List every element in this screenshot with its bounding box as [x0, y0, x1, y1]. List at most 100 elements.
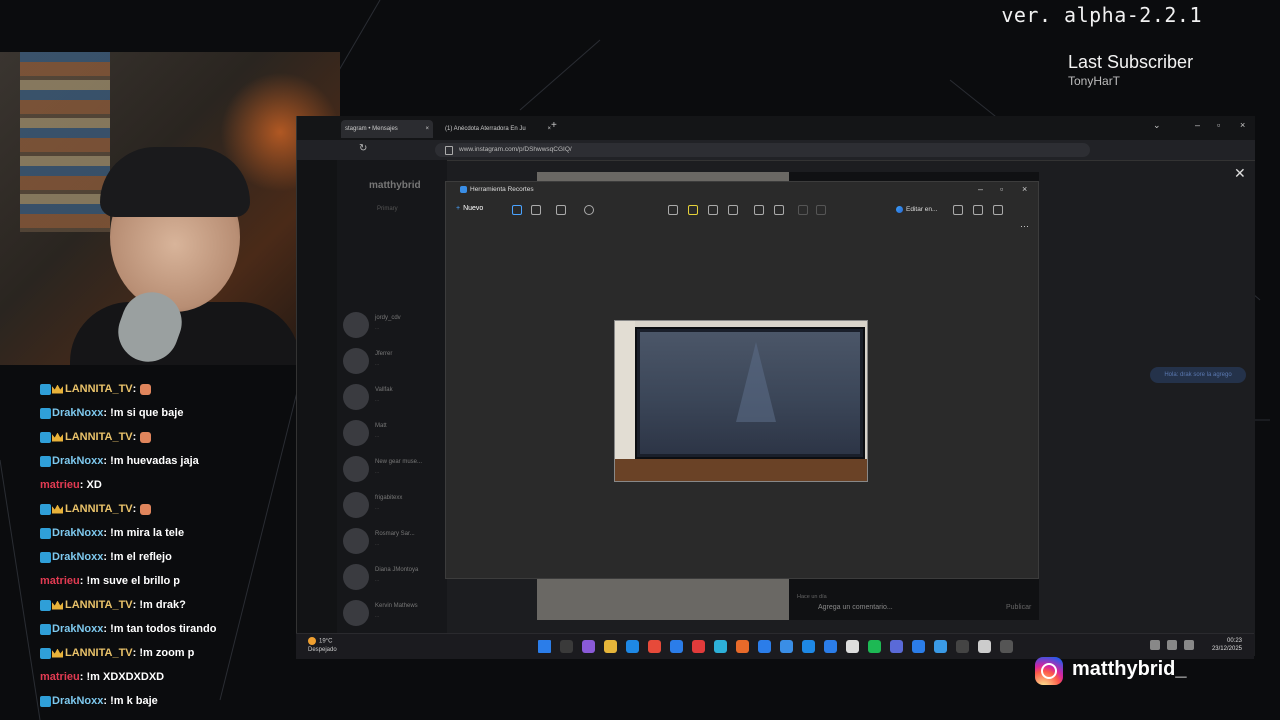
pen-icon[interactable]	[668, 205, 678, 215]
subscriber-badge-icon	[40, 503, 51, 515]
chat-username[interactable]: LANNITA_TV	[65, 641, 133, 665]
publish-button[interactable]: Publicar	[1006, 604, 1031, 611]
chat-username[interactable]: DrakNoxx	[52, 617, 103, 641]
chat-username[interactable]: LANNITA_TV	[65, 593, 133, 617]
message-pill: Hola: drak sore la agrego	[1150, 367, 1246, 383]
chat-username[interactable]: DrakNoxx	[52, 401, 103, 425]
conversation-item[interactable]: Kervin Mathews...	[343, 598, 443, 628]
subscriber-badge-icon	[40, 551, 51, 563]
stream-chat: LANNITA_TV: DrakNoxx: !m si que baje LANNI…	[40, 377, 300, 713]
vscode-icon[interactable]	[780, 640, 793, 653]
conversation-item[interactable]: New gear muse......	[343, 454, 443, 484]
battery-icon[interactable]	[1184, 640, 1194, 650]
opera-icon[interactable]	[670, 640, 683, 653]
app-icon[interactable]	[978, 640, 991, 653]
chat-username[interactable]: DrakNoxx	[52, 689, 103, 713]
todo-icon[interactable]	[802, 640, 815, 653]
wifi-icon[interactable]	[1150, 640, 1160, 650]
firefox-icon[interactable]	[736, 640, 749, 653]
brave-icon[interactable]	[648, 640, 661, 653]
primary-tab[interactable]: Primary	[377, 206, 398, 212]
spotify-icon[interactable]	[868, 640, 881, 653]
chat-username[interactable]: DrakNoxx	[52, 545, 103, 569]
undo-icon[interactable]	[798, 205, 808, 215]
save-icon[interactable]	[953, 205, 963, 215]
chat-separator: :	[132, 383, 137, 395]
tab-instagram-post[interactable]: (1) Anécdota Aterradora En Ju ×	[435, 120, 555, 138]
maximize-icon[interactable]: ▫	[1000, 184, 1003, 194]
video-icon[interactable]	[531, 205, 541, 215]
taskbar-clock[interactable]: 00:23 23/12/2025	[1212, 637, 1242, 653]
speaker-icon[interactable]	[1167, 640, 1177, 650]
url-text: www.instagram.com/p/DShwwsqCGIQ/	[459, 146, 572, 153]
chat-username[interactable]: LANNITA_TV	[65, 497, 133, 521]
highlighter-icon[interactable]	[688, 205, 698, 215]
chat-username[interactable]: DrakNoxx	[52, 521, 103, 545]
close-icon[interactable]: ×	[425, 120, 429, 138]
avatar	[343, 348, 369, 374]
discord-icon[interactable]	[890, 640, 903, 653]
snip-mode-icon[interactable]	[512, 205, 522, 215]
file-explorer-icon[interactable]	[604, 640, 617, 653]
more-icon[interactable]: ⋯	[1020, 221, 1029, 232]
close-icon[interactable]: ×	[1240, 120, 1245, 130]
steam-icon[interactable]	[912, 640, 925, 653]
conversation-item[interactable]: Diana JMontoya...	[343, 562, 443, 592]
weather-widget[interactable]: 19°C Despejado	[308, 637, 337, 654]
close-icon[interactable]: ×	[1022, 184, 1027, 194]
conversation-preview: ...	[375, 325, 380, 331]
rectangle-icon[interactable]	[556, 205, 566, 215]
tab-instagram-messages[interactable]: stagram • Mensajes ×	[341, 120, 433, 138]
close-icon[interactable]: ✕	[1234, 165, 1246, 182]
messenger-icon[interactable]	[824, 640, 837, 653]
share-icon[interactable]	[993, 205, 1003, 215]
text-actions-icon[interactable]	[774, 205, 784, 215]
conversation-item[interactable]: Rosmary Sar......	[343, 526, 443, 556]
new-snip-button[interactable]: + Nuevo	[456, 205, 483, 212]
new-tab-icon[interactable]: +	[551, 120, 557, 131]
url-field[interactable]: www.instagram.com/p/DShwwsqCGIQ/	[435, 143, 1090, 157]
reload-icon[interactable]: ↻	[359, 143, 367, 154]
eraser-icon[interactable]	[708, 205, 718, 215]
edge-icon[interactable]	[714, 640, 727, 653]
conversation-name: frigabitexx	[375, 495, 403, 501]
timer-icon[interactable]	[584, 205, 594, 215]
conversation-item[interactable]: jordy_cdv...	[343, 310, 443, 340]
chat-username[interactable]: matrieu	[40, 569, 80, 593]
redo-icon[interactable]	[816, 205, 826, 215]
last-subscriber-label: Last Subscriber	[1068, 52, 1194, 72]
conversation-item[interactable]: Jferrer...	[343, 346, 443, 376]
copilot-icon[interactable]	[582, 640, 595, 653]
emote-icon	[140, 503, 152, 515]
conversation-item[interactable]: Vallfak...	[343, 382, 443, 412]
minimize-icon[interactable]: –	[978, 184, 983, 194]
conversation-item[interactable]: Matt...	[343, 418, 443, 448]
opera-gx-icon[interactable]	[692, 640, 705, 653]
chat-username[interactable]: matrieu	[40, 665, 80, 689]
crown-icon	[52, 600, 63, 610]
app-icon[interactable]	[934, 640, 947, 653]
maximize-icon[interactable]: ▫	[1217, 120, 1220, 130]
telegram-icon[interactable]	[626, 640, 639, 653]
conversation-item[interactable]: frigabitexx...	[343, 490, 443, 520]
chat-username[interactable]: DrakNoxx	[52, 449, 103, 473]
crop-icon[interactable]	[754, 205, 764, 215]
snipping-tool-icon[interactable]	[1000, 640, 1013, 653]
chat-username[interactable]: LANNITA_TV	[65, 425, 133, 449]
comment-input[interactable]: Agrega un comentario...	[818, 604, 893, 611]
shapes-icon[interactable]	[728, 205, 738, 215]
task-view-icon[interactable]	[560, 640, 573, 653]
chat-username[interactable]: matrieu	[40, 473, 80, 497]
chat-message: matrieu: !m XDXDXDXD	[40, 665, 300, 689]
start-icon[interactable]	[538, 640, 551, 653]
chrome-icon[interactable]	[758, 640, 771, 653]
minimize-icon[interactable]: –	[1195, 120, 1200, 130]
avatar	[343, 528, 369, 554]
edit-in-button[interactable]: Editar en...	[896, 206, 937, 213]
app-icon[interactable]	[956, 640, 969, 653]
chat-username[interactable]: LANNITA_TV	[65, 377, 133, 401]
chevron-down-icon[interactable]: ⌄	[1153, 120, 1161, 131]
conversation-name: jordy_cdv	[375, 315, 401, 321]
copy-icon[interactable]	[973, 205, 983, 215]
tiktok-icon[interactable]	[846, 640, 859, 653]
